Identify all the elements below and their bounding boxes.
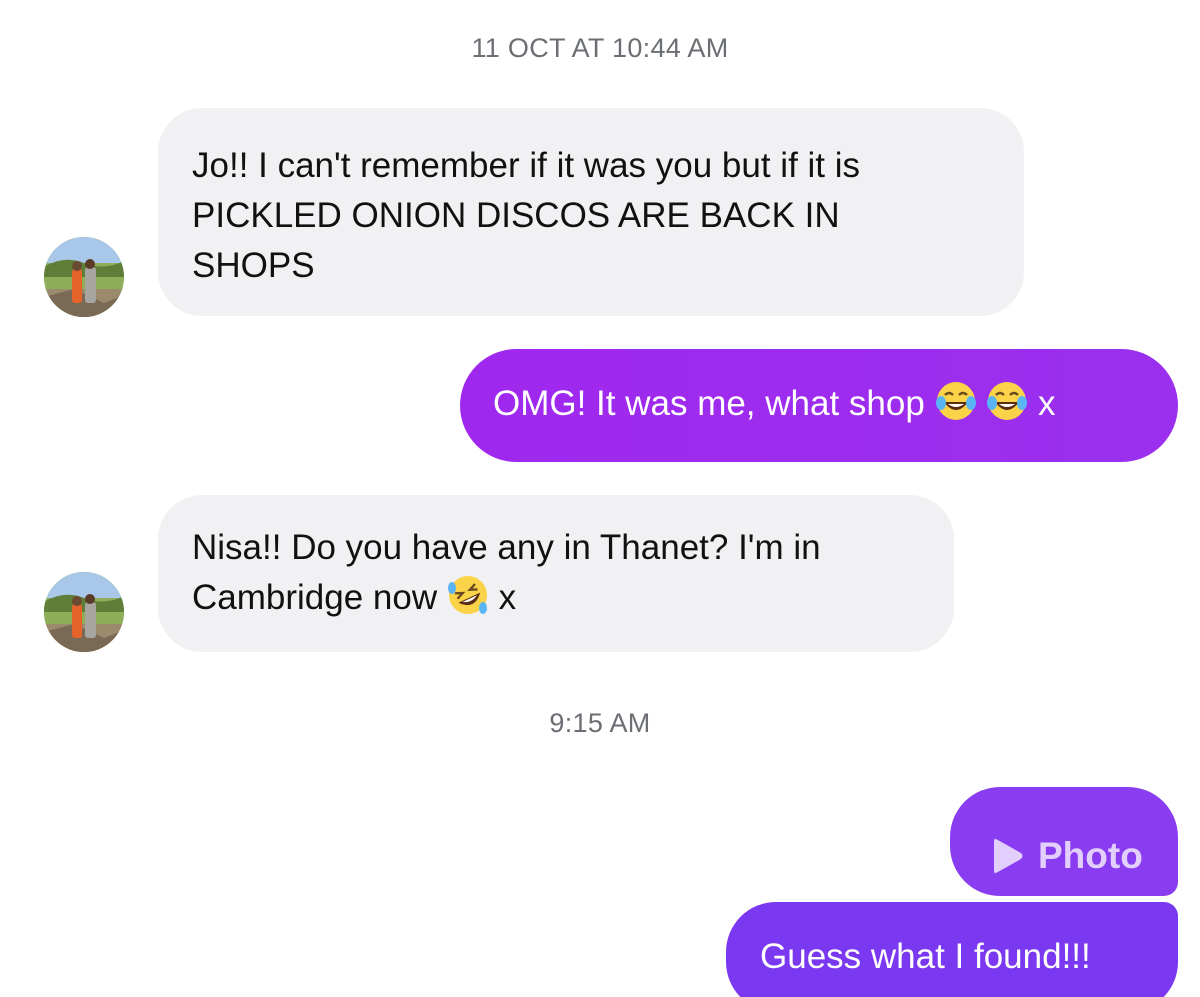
play-icon (994, 838, 1023, 873)
photo-attachment-bubble[interactable]: Photo (950, 787, 1178, 896)
message-thread[interactable]: 11 OCT AT 10:44 AM Jo!! I can't remember… (0, 0, 1200, 997)
avatar-photo (44, 572, 124, 652)
avatar[interactable] (44, 237, 124, 317)
timestamp: 11 OCT AT 10:44 AM (471, 33, 729, 63)
outgoing-message-bubble[interactable]: OMG! It was me, what shop x (460, 349, 1178, 462)
incoming-message-bubble[interactable]: Jo!! I can't remember if it was you but … (158, 108, 1024, 316)
message-text: OMG! It was me, what shop (493, 384, 925, 423)
avatar-photo (44, 237, 124, 317)
message-text: PICKLED ONION DISCOS ARE BACK IN (192, 196, 840, 235)
photo-label: Photo (1038, 834, 1143, 876)
outgoing-message-bubble[interactable]: Guess what I found!!! (726, 902, 1178, 997)
message-text: Nisa!! Do you have any in Thanet? I'm in (192, 528, 821, 567)
message-text: Jo!! I can't remember if it was you but … (192, 146, 861, 185)
message-text: SHOPS (192, 246, 315, 285)
message-text: Cambridge now (192, 578, 438, 617)
tears-of-joy-emoji-icon (987, 382, 1028, 420)
rolling-on-floor-laughing-emoji-icon (447, 576, 487, 614)
avatar[interactable] (44, 572, 124, 652)
incoming-message-bubble[interactable]: Nisa!! Do you have any in Thanet? I'm in… (158, 495, 954, 652)
message-suffix: x (1038, 384, 1056, 423)
tears-of-joy-emoji-icon (935, 382, 976, 420)
message-text: Guess what I found!!! (760, 937, 1091, 976)
message-suffix: x (498, 578, 517, 617)
timestamp: 9:15 AM (549, 708, 651, 738)
